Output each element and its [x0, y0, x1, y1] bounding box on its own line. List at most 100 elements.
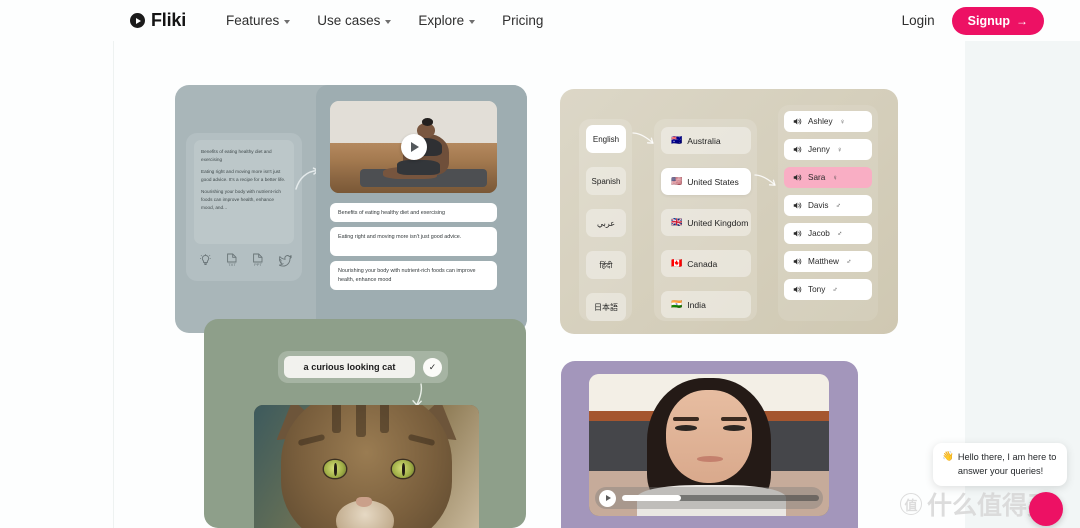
gender-symbol: ♂ — [845, 257, 852, 266]
brand-name: Fliki — [151, 10, 187, 30]
country-option-australia[interactable]: 🇦🇺 Australia — [661, 127, 751, 154]
arrow-right-icon: → — [1016, 13, 1028, 28]
country-option-canada[interactable]: 🇨🇦 Canada — [661, 250, 751, 277]
voice-option-matthew[interactable]: Matthew ♂ — [784, 251, 872, 272]
language-option-english[interactable]: English — [586, 125, 626, 153]
gender-symbol: ♀ — [832, 173, 838, 182]
page-root: Fliki Features Use cases Explore Pricing… — [0, 0, 1080, 528]
flag-icon-australia: 🇦🇺 — [671, 135, 683, 145]
speaker-icon — [793, 173, 802, 182]
chat-launcher-button[interactable] — [1029, 492, 1063, 526]
language-label: Spanish — [591, 176, 621, 186]
nav-item-features[interactable]: Features — [226, 13, 291, 28]
voice-name: Matthew — [808, 257, 839, 266]
nav-label-pricing: Pricing — [502, 13, 544, 28]
video-preview-panel: Benefits of eating healthy diet and exer… — [316, 85, 527, 333]
progress-fill — [622, 495, 682, 501]
feature-card-grid: Benefits of eating healthy diet and exer… — [0, 41, 1080, 528]
voice-name: Sara — [808, 173, 826, 182]
country-option-india[interactable]: 🇮🇳 India — [661, 291, 751, 318]
voice-name: Jacob — [808, 229, 830, 238]
language-option-spanish[interactable]: Spanish — [586, 167, 626, 195]
txt-file-icon[interactable]: TXT — [226, 253, 238, 272]
language-option-hindi[interactable]: हिंदी — [586, 251, 626, 279]
avatar-eyebrow-left — [673, 416, 700, 421]
cat-head — [281, 405, 452, 528]
language-option-japanese[interactable]: 日本語 — [586, 293, 626, 321]
progress-scrubber[interactable] — [622, 495, 819, 501]
card-script-to-video[interactable]: Benefits of eating healthy diet and exer… — [175, 85, 527, 333]
chevron-down-icon — [385, 19, 392, 24]
avatar-eyebrow-right — [721, 416, 748, 421]
card-voice-selector[interactable]: English Spanish عربي हिंदी 日本語 🇦🇺 Austra… — [560, 89, 898, 334]
svg-text:PPT: PPT — [254, 262, 262, 267]
voice-option-tony[interactable]: Tony ♂ — [784, 279, 872, 300]
scene-caption-row[interactable]: Nourishing your body with nutrient-rich … — [330, 261, 497, 290]
script-paragraph: Eating right and moving more isn't just … — [201, 169, 286, 182]
voice-option-davis[interactable]: Davis ♂ — [784, 195, 872, 216]
script-note: Benefits of eating healthy diet and exer… — [194, 140, 294, 244]
language-option-arabic[interactable]: عربي — [586, 209, 626, 237]
card-video-download[interactable]: Download — [561, 361, 858, 528]
idea-lightbulb-icon[interactable] — [200, 253, 211, 272]
ppt-file-icon[interactable]: PPT — [252, 253, 264, 272]
play-icon[interactable] — [599, 489, 616, 507]
scene-caption-row[interactable]: Eating right and moving more isn't just … — [330, 227, 497, 256]
voice-name: Jenny — [808, 145, 830, 154]
country-label: Canada — [687, 258, 718, 269]
script-paragraph: Benefits of eating healthy diet and exer… — [201, 149, 272, 162]
scene-caption-text: Eating right and moving more isn't just … — [338, 234, 462, 240]
language-label: عربي — [596, 218, 616, 228]
play-icon[interactable] — [400, 134, 427, 160]
voice-option-sara[interactable]: Sara ♀ — [784, 167, 872, 188]
cat-eye-left — [323, 460, 346, 478]
avatar-face — [665, 389, 753, 484]
speaker-icon — [793, 257, 802, 266]
voice-name: Tony — [808, 285, 826, 294]
check-icon[interactable]: ✓ — [423, 357, 442, 377]
country-option-united-states[interactable]: 🇺🇸 United States — [661, 168, 751, 195]
country-label: United States — [687, 176, 739, 187]
speaker-icon — [793, 201, 802, 210]
voice-option-ashley[interactable]: Ashley ♀ — [784, 111, 872, 132]
flow-arrow-icon — [632, 132, 654, 144]
voice-option-jacob[interactable]: Jacob ♂ — [784, 223, 872, 244]
avatar-video-player[interactable] — [589, 374, 829, 516]
card-ai-image-generator[interactable]: a curious looking cat ✓ — [204, 319, 526, 528]
play-circle-logo-icon — [130, 13, 145, 28]
script-paragraph: Nourishing your body with nutrient-rich … — [201, 189, 281, 210]
signup-button[interactable]: Signup → — [951, 6, 1044, 35]
nav-item-pricing[interactable]: Pricing — [502, 13, 543, 28]
country-label: Australia — [687, 135, 721, 146]
chevron-down-icon — [284, 19, 291, 24]
brand-logo[interactable]: Fliki — [130, 10, 186, 31]
voice-name: Ashley — [808, 117, 833, 126]
gender-symbol: ♂ — [835, 201, 842, 210]
gender-symbol: ♂ — [836, 229, 843, 238]
flow-arrow-icon — [754, 174, 776, 186]
scene-person-shorts — [396, 159, 441, 175]
script-source-panel: Benefits of eating healthy diet and exer… — [186, 133, 302, 281]
scene-caption-row[interactable]: Benefits of eating healthy diet and exer… — [330, 203, 497, 222]
voice-option-jenny[interactable]: Jenny ♀ — [784, 139, 872, 160]
generated-image[interactable] — [254, 405, 479, 528]
country-option-united-kingdom[interactable]: 🇬🇧 United Kingdom — [661, 209, 751, 236]
prompt-bar: a curious looking cat ✓ — [278, 351, 448, 383]
speaker-icon — [793, 285, 802, 294]
video-controls-bar — [595, 487, 823, 509]
gender-symbol: ♂ — [832, 285, 838, 294]
speaker-icon — [793, 145, 802, 154]
twitter-bird-icon[interactable] — [278, 254, 292, 272]
language-label: English — [592, 134, 620, 144]
chat-message-bubble[interactable]: 👋 Hello there, I am here to answer your … — [933, 443, 1067, 486]
nav-item-use-cases[interactable]: Use cases — [317, 13, 392, 28]
gender-symbol: ♀ — [836, 145, 843, 154]
speaker-icon — [793, 229, 802, 238]
cat-eye-right — [392, 460, 415, 478]
cat-nose — [356, 497, 372, 507]
video-thumbnail[interactable] — [330, 101, 497, 193]
nav-label-use-cases: Use cases — [317, 13, 381, 28]
login-link[interactable]: Login — [902, 13, 935, 28]
nav-item-explore[interactable]: Explore — [418, 13, 476, 28]
prompt-input[interactable]: a curious looking cat — [284, 356, 415, 378]
